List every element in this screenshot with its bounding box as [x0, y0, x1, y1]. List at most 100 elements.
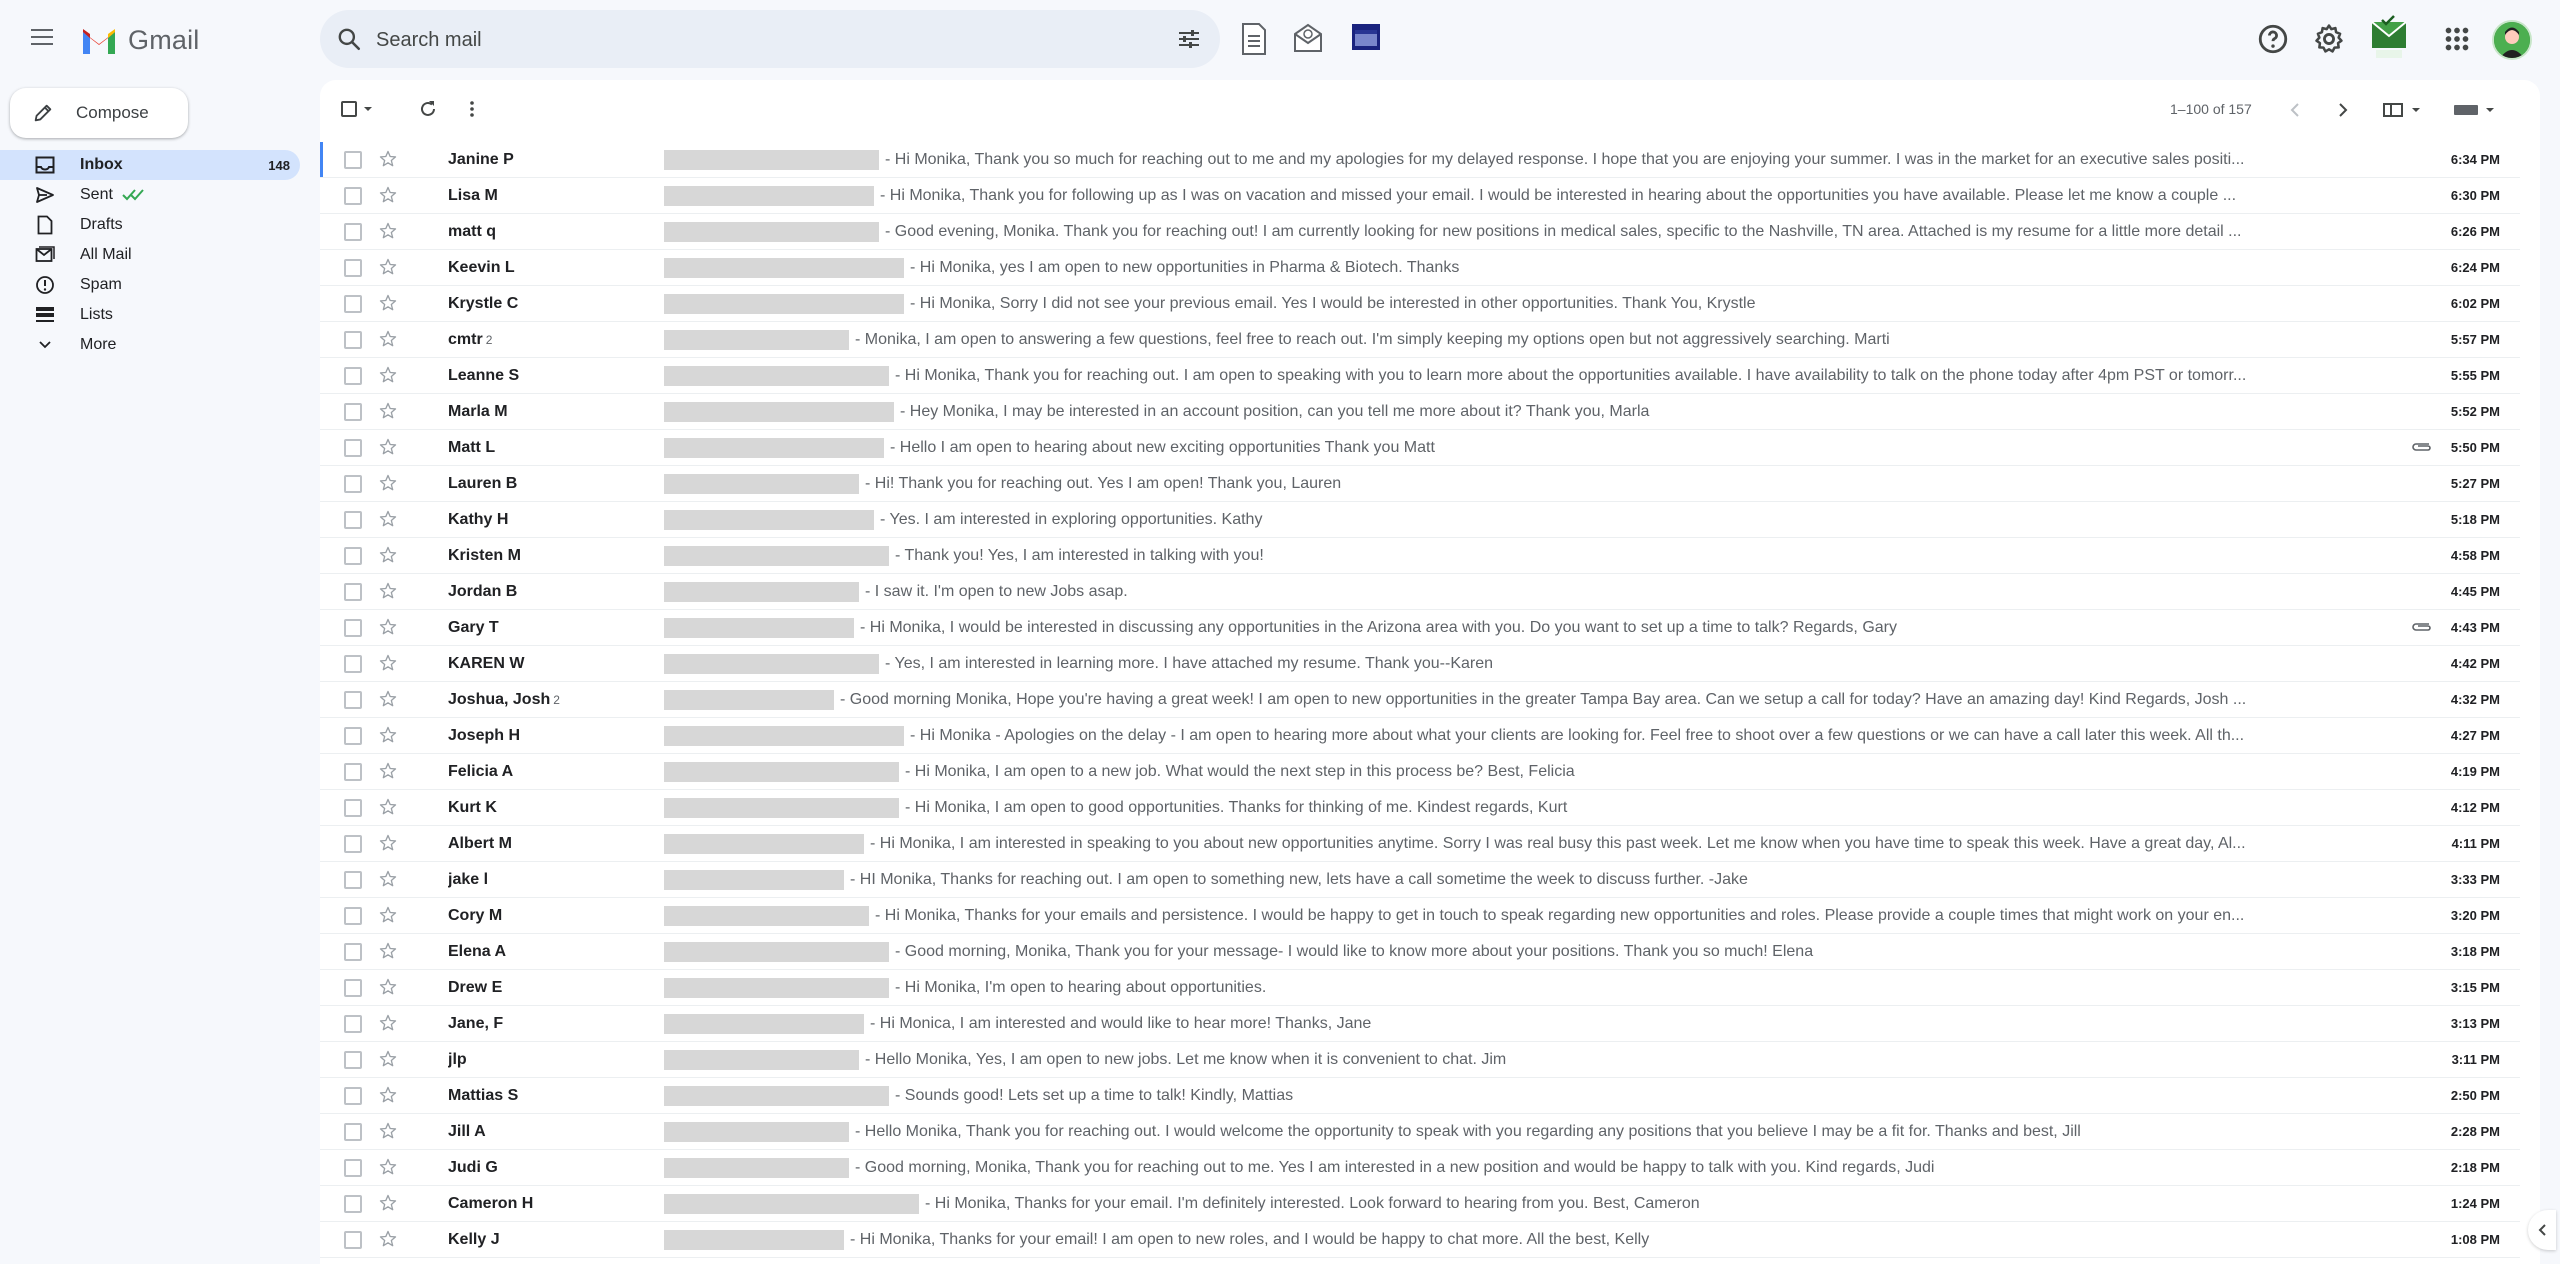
email-row[interactable]: Marla M - Hey Monika, I may be interested…	[320, 394, 2520, 430]
row-checkbox[interactable]	[344, 475, 362, 493]
row-checkbox[interactable]	[344, 295, 362, 313]
compose-button[interactable]: Compose	[10, 88, 188, 138]
row-checkbox[interactable]	[344, 1195, 362, 1213]
star-icon[interactable]	[378, 329, 398, 354]
star-icon[interactable]	[378, 257, 398, 282]
star-icon[interactable]	[378, 797, 398, 822]
row-checkbox[interactable]	[344, 367, 362, 385]
row-checkbox[interactable]	[344, 547, 362, 565]
star-icon[interactable]	[378, 545, 398, 570]
help-icon[interactable]	[2256, 22, 2290, 56]
star-icon[interactable]	[378, 689, 398, 714]
row-checkbox[interactable]	[344, 907, 362, 925]
star-icon[interactable]	[378, 833, 398, 858]
row-checkbox[interactable]	[344, 1087, 362, 1105]
star-icon[interactable]	[378, 1013, 398, 1038]
email-row[interactable]: Leanne S - Hi Monika, Thank you for reach…	[320, 358, 2520, 394]
email-row[interactable]: Jane, F - Hi Monica, I am interested and …	[320, 1006, 2520, 1042]
email-row[interactable]: Janine P - Hi Monika, Thank you so much f…	[320, 142, 2520, 178]
email-row[interactable]: KAREN W - Yes, I am interested in learnin…	[320, 646, 2520, 682]
email-row[interactable]: Keevin L - Hi Monika, yes I am open to ne…	[320, 250, 2520, 286]
row-checkbox[interactable]	[344, 763, 362, 781]
email-row[interactable]: Kristen M - Thank you! Yes, I am interest…	[320, 538, 2520, 574]
email-row[interactable]: Julian B- Hi Monika, Thank you for reach…	[320, 1258, 2520, 1264]
row-checkbox[interactable]	[344, 1015, 362, 1033]
sidebar-item-spam[interactable]: Spam	[0, 270, 300, 300]
refresh-icon[interactable]	[418, 99, 438, 119]
star-icon[interactable]	[378, 617, 398, 642]
sidebar-item-drafts[interactable]: Drafts	[0, 210, 300, 240]
search-icon[interactable]	[336, 26, 362, 52]
email-row[interactable]: Lisa M - Hi Monika, Thank you for followi…	[320, 178, 2520, 214]
row-checkbox[interactable]	[344, 871, 362, 889]
mail-extension-icon[interactable]	[1292, 22, 1324, 54]
email-row[interactable]: Elena A - Good morning, Monika, Thank you…	[320, 934, 2520, 970]
star-icon[interactable]	[378, 221, 398, 246]
main-menu-button[interactable]	[26, 24, 58, 56]
email-row[interactable]: Joshua, Josh 2 - Good morning Monika, Hope…	[320, 682, 2520, 718]
row-checkbox[interactable]	[344, 223, 362, 241]
split-pane-icon[interactable]	[2382, 101, 2424, 119]
sheet-extension-icon[interactable]	[1240, 22, 1268, 56]
star-icon[interactable]	[378, 941, 398, 966]
search-input[interactable]	[374, 22, 1138, 58]
email-row[interactable]: Joseph H - Hi Monika - Apologies on the d…	[320, 718, 2520, 754]
email-row[interactable]: Lauren B - Hi! Thank you for reaching out…	[320, 466, 2520, 502]
star-icon[interactable]	[378, 1049, 398, 1074]
email-row[interactable]: cmtr 2 - Monika, I am open to answering a …	[320, 322, 2520, 358]
star-icon[interactable]	[378, 869, 398, 894]
row-checkbox[interactable]	[344, 691, 362, 709]
row-checkbox[interactable]	[344, 331, 362, 349]
star-icon[interactable]	[378, 185, 398, 210]
sidebar-item-sent[interactable]: Sent	[0, 180, 300, 210]
email-row[interactable]: Jill A - Hello Monika, Thank you for reac…	[320, 1114, 2520, 1150]
search-bar[interactable]	[320, 10, 1220, 68]
row-checkbox[interactable]	[344, 583, 362, 601]
email-row[interactable]: Kathy H - Yes. I am interested in explori…	[320, 502, 2520, 538]
email-row[interactable]: Matt L - Hello I am open to hearing about…	[320, 430, 2520, 466]
row-checkbox[interactable]	[344, 1231, 362, 1249]
email-row[interactable]: Gary T - Hi Monika, I would be interested…	[320, 610, 2520, 646]
row-checkbox[interactable]	[344, 799, 362, 817]
email-row[interactable]: Albert M - Hi Monika, I am interested in …	[320, 826, 2520, 862]
star-icon[interactable]	[378, 149, 398, 174]
email-row[interactable]: Drew E - Hi Monika, I'm open to hearing a…	[320, 970, 2520, 1006]
row-checkbox[interactable]	[344, 187, 362, 205]
sidebar-item-more[interactable]: More	[0, 330, 300, 360]
email-row[interactable]: Mattias S - Sounds good! Lets set up a ti…	[320, 1078, 2520, 1114]
input-tools-keyboard-icon[interactable]	[2452, 101, 2498, 119]
adv-extension-icon[interactable]	[2368, 14, 2410, 60]
row-checkbox[interactable]	[344, 835, 362, 853]
star-icon[interactable]	[378, 473, 398, 498]
account-avatar[interactable]	[2492, 20, 2532, 60]
apps-grid-icon[interactable]	[2440, 22, 2474, 56]
select-all-checkbox[interactable]	[340, 100, 374, 123]
email-row[interactable]: jake l - HI Monika, Thanks for reaching o…	[320, 862, 2520, 898]
star-icon[interactable]	[378, 1229, 398, 1254]
star-icon[interactable]	[378, 1193, 398, 1218]
row-checkbox[interactable]	[344, 1123, 362, 1141]
chevron-right-icon[interactable]	[2336, 102, 2350, 118]
star-icon[interactable]	[378, 977, 398, 1002]
sidebar-item-all-mail[interactable]: All Mail	[0, 240, 300, 270]
row-checkbox[interactable]	[344, 511, 362, 529]
row-checkbox[interactable]	[344, 943, 362, 961]
star-icon[interactable]	[378, 653, 398, 678]
star-icon[interactable]	[378, 437, 398, 462]
star-icon[interactable]	[378, 365, 398, 390]
star-icon[interactable]	[378, 401, 398, 426]
email-row[interactable]: Krystle C - Hi Monika, Sorry I did not se…	[320, 286, 2520, 322]
star-icon[interactable]	[378, 1157, 398, 1182]
sidebar-item-lists[interactable]: Lists	[0, 300, 300, 330]
email-row[interactable]: Cory M - Hi Monika, Thanks for your email…	[320, 898, 2520, 934]
row-checkbox[interactable]	[344, 1051, 362, 1069]
star-icon[interactable]	[378, 761, 398, 786]
row-checkbox[interactable]	[344, 619, 362, 637]
row-checkbox[interactable]	[344, 979, 362, 997]
email-row[interactable]: Felicia A - Hi Monika, I am open to a new…	[320, 754, 2520, 790]
row-checkbox[interactable]	[344, 655, 362, 673]
gmail-logo[interactable]: Gmail	[80, 24, 200, 56]
email-row[interactable]: matt q - Good evening, Monika. Thank you …	[320, 214, 2520, 250]
row-checkbox[interactable]	[344, 439, 362, 457]
settings-gear-icon[interactable]	[2312, 22, 2346, 56]
